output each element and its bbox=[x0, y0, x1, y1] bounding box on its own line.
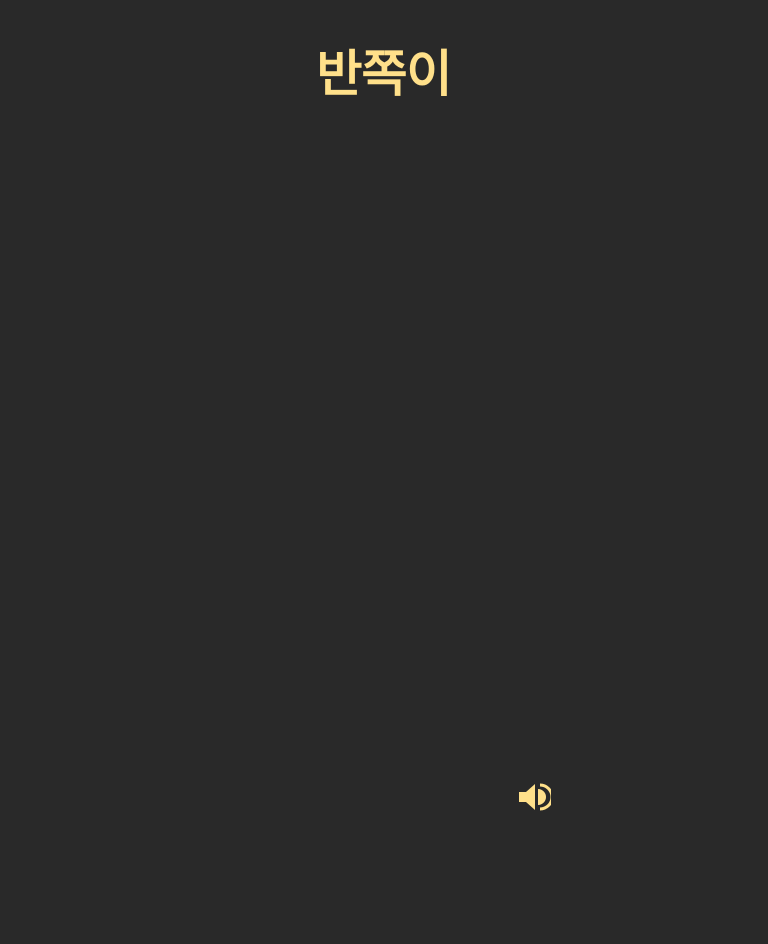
sound-toggle-button[interactable] bbox=[515, 779, 553, 815]
speaker-volume-icon bbox=[517, 781, 551, 813]
app-screen: 반쪽이 bbox=[0, 0, 768, 944]
page-title: 반쪽이 bbox=[316, 45, 453, 103]
